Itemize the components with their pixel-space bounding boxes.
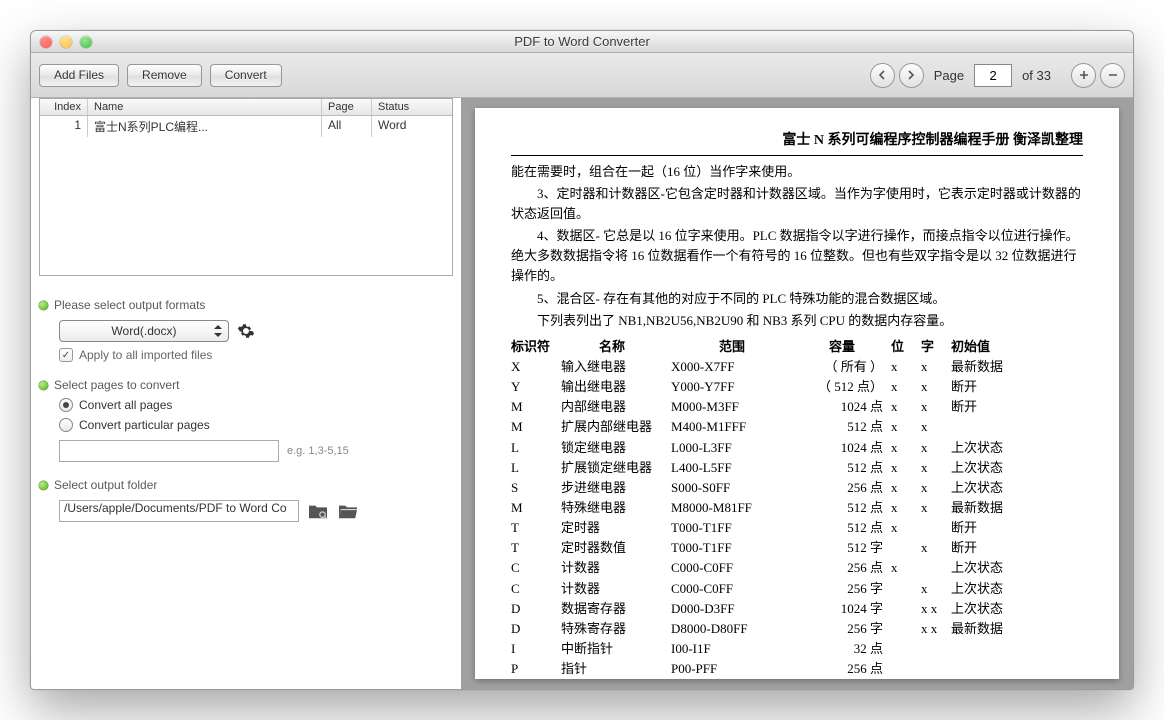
zoom-in-button[interactable] bbox=[1071, 63, 1096, 88]
window-title: PDF to Word Converter bbox=[31, 34, 1133, 49]
next-page-button[interactable] bbox=[899, 63, 924, 88]
close-icon[interactable] bbox=[40, 36, 52, 48]
table-row: Y输出继电器Y000-Y7FF（ 512 点）xx断开 bbox=[511, 377, 1083, 397]
table-row[interactable]: 1 富士N系列PLC编程... All Word bbox=[40, 116, 452, 137]
convert-button[interactable]: Convert bbox=[210, 64, 282, 87]
page-range-input[interactable] bbox=[59, 440, 279, 462]
page-number-input[interactable] bbox=[974, 64, 1012, 87]
table-row: M扩展内部继电器M400-M1FFF512 点xx bbox=[511, 417, 1083, 437]
page-range-hint: e.g. 1,3-5,15 bbox=[287, 445, 349, 457]
table-row: L锁定继电器L000-L3FF1024 点xx上次状态 bbox=[511, 438, 1083, 458]
settings-button[interactable] bbox=[237, 322, 255, 340]
add-files-button[interactable]: Add Files bbox=[39, 64, 119, 87]
table-row: M特殊继电器M8000-M81FF512 点xx最新数据 bbox=[511, 498, 1083, 518]
table-row: I中断指针I00-I1F32 点 bbox=[511, 639, 1083, 659]
table-row: D特殊寄存器D8000-D80FF256 字x x最新数据 bbox=[511, 619, 1083, 639]
col-status-header[interactable]: Status bbox=[372, 99, 452, 115]
page-label: Page bbox=[934, 68, 964, 83]
format-select[interactable]: Word(.docx) bbox=[59, 320, 229, 342]
doc-header: 富士 N 系列可编程序控制器编程手册 衡泽凯整理 bbox=[511, 130, 1083, 156]
page-total-label: of 33 bbox=[1022, 68, 1051, 83]
remove-button[interactable]: Remove bbox=[127, 64, 202, 87]
apply-all-checkbox[interactable]: ✓ bbox=[59, 348, 73, 362]
file-list[interactable]: Index Name Page Status 1 富士N系列PLC编程... A… bbox=[39, 98, 453, 276]
preview-pane: 富士 N 系列可编程序控制器编程手册 衡泽凯整理 能在需要时，组合在一起（16 … bbox=[461, 98, 1133, 689]
output-path-field[interactable]: /Users/apple/Documents/PDF to Word Co bbox=[59, 500, 299, 522]
table-row: T定时器数值T000-T1FF512 字x断开 bbox=[511, 538, 1083, 558]
zoom-icon[interactable] bbox=[80, 36, 92, 48]
pages-heading: Select pages to convert bbox=[54, 378, 179, 392]
col-name-header[interactable]: Name bbox=[88, 99, 322, 115]
open-folder-button[interactable] bbox=[337, 502, 359, 520]
folder-search-icon bbox=[307, 502, 329, 520]
col-index-header[interactable]: Index bbox=[40, 99, 88, 115]
data-table: 标识符 名称 范围 容量 位 字 初始值 X输入继电器X000-X7FF（ 所有… bbox=[511, 337, 1083, 679]
table-row: X输入继电器X000-X7FF（ 所有 ）xx最新数据 bbox=[511, 357, 1083, 377]
left-panel: Index Name Page Status 1 富士N系列PLC编程... A… bbox=[31, 98, 461, 689]
convert-particular-radio[interactable] bbox=[59, 418, 73, 432]
bullet-icon bbox=[39, 301, 48, 310]
zoom-out-button[interactable] bbox=[1100, 63, 1125, 88]
table-row: T定时器T000-T1FF512 点x断开 bbox=[511, 518, 1083, 538]
table-row: P指针P00-PFF256 点 bbox=[511, 659, 1083, 679]
table-row: S步进继电器S000-S0FF256 点xx上次状态 bbox=[511, 478, 1083, 498]
app-window: PDF to Word Converter Add Files Remove C… bbox=[30, 30, 1134, 690]
minimize-icon[interactable] bbox=[60, 36, 72, 48]
bullet-icon bbox=[39, 481, 48, 490]
folder-open-icon bbox=[337, 502, 359, 520]
gear-icon bbox=[237, 322, 255, 340]
convert-all-radio[interactable] bbox=[59, 398, 73, 412]
table-row: M内部继电器M000-M3FF1024 点xx断开 bbox=[511, 397, 1083, 417]
output-heading: Select output folder bbox=[54, 478, 157, 492]
apply-all-label: Apply to all imported files bbox=[79, 348, 212, 362]
browse-folder-button[interactable] bbox=[307, 502, 329, 520]
table-row: L扩展锁定继电器L400-L5FF512 点xx上次状态 bbox=[511, 458, 1083, 478]
prev-page-button[interactable] bbox=[870, 63, 895, 88]
table-row: D数据寄存器D000-D3FF1024 字x x上次状态 bbox=[511, 599, 1083, 619]
convert-all-label: Convert all pages bbox=[79, 398, 172, 412]
pdf-page: 富士 N 系列可编程序控制器编程手册 衡泽凯整理 能在需要时，组合在一起（16 … bbox=[475, 108, 1119, 679]
toolbar: Add Files Remove Convert Page of 33 bbox=[31, 53, 1133, 98]
table-row: C计数器C000-C0FF256 字x上次状态 bbox=[511, 579, 1083, 599]
table-row: C计数器C000-C0FF256 点x上次状态 bbox=[511, 558, 1083, 578]
titlebar: PDF to Word Converter bbox=[31, 31, 1133, 53]
formats-heading: Please select output formats bbox=[54, 298, 205, 312]
col-page-header[interactable]: Page bbox=[322, 99, 372, 115]
bullet-icon bbox=[39, 381, 48, 390]
convert-particular-label: Convert particular pages bbox=[79, 418, 210, 432]
